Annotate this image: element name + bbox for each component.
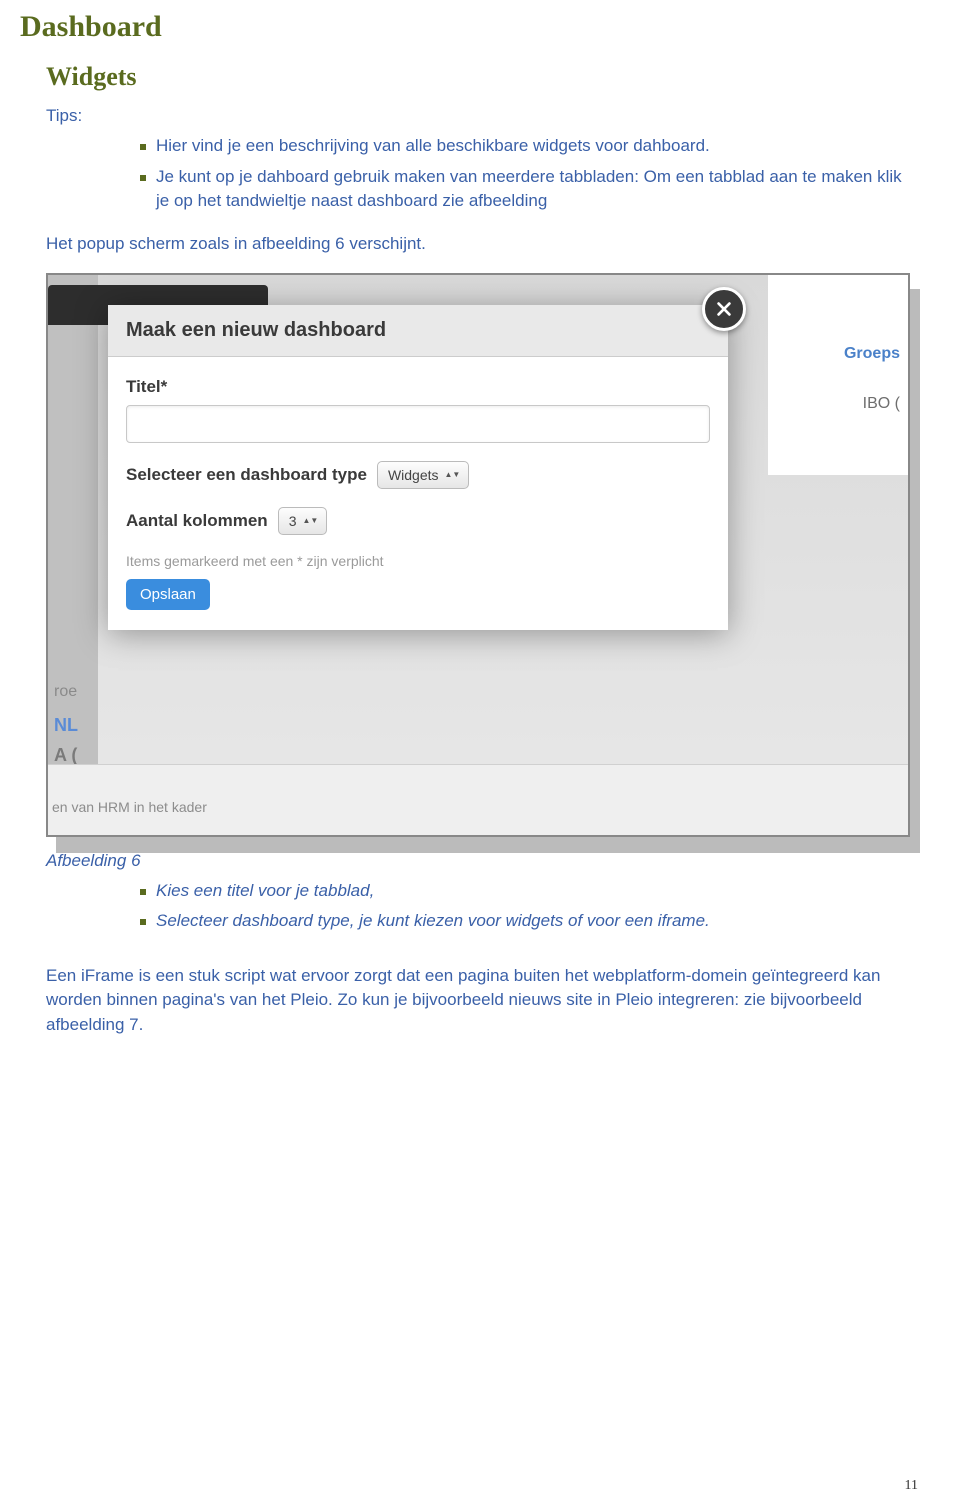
cols-select[interactable]: 3 ▲▼ [278,507,328,535]
page-number: 11 [905,1478,918,1494]
titel-label: Titel* [126,377,710,397]
chevron-updown-icon: ▲▼ [445,472,461,477]
type-select[interactable]: Widgets ▲▼ [377,461,469,489]
tips-label: Tips: [46,106,910,126]
modal-title: Maak een nieuw dashboard [108,305,728,357]
bg-bottom: en van HRM in het kader [48,764,908,835]
page-title: Dashboard [20,10,910,44]
list-item: Kies een titel voor je tabblad, [140,879,910,904]
list-item: Selecteer dashboard type, je kunt kiezen… [140,909,910,934]
bg-text: roe [54,683,77,701]
section-title: Widgets [46,62,910,92]
list-item: Hier vind je een beschrijving van alle b… [140,134,910,159]
bg-text: NL [54,715,78,736]
bullet-list-2: Kies een titel voor je tabblad, Selectee… [140,879,910,934]
bg-link: Groeps [844,345,900,363]
tips-list: Hier vind je een beschrijving van alle b… [140,134,910,214]
bg-text: en van HRM in het kader [52,799,207,815]
bg-text: A ( [54,745,77,766]
figure-screenshot: Deze widg Groeps IBO ( roe NL A ( en van… [46,273,910,837]
figure-caption: Afbeelding 6 [46,851,910,871]
type-select-value: Widgets [388,467,439,483]
modal-new-dashboard: Maak een nieuw dashboard Titel* Selectee… [108,305,728,630]
cols-select-value: 3 [289,513,297,529]
bg-right-panel: Deze widg Groeps IBO ( [768,275,908,475]
cols-label: Aantal kolommen [126,511,268,531]
required-hint: Items gemarkeerd met een * zijn verplich… [126,553,710,569]
chevron-updown-icon: ▲▼ [303,518,319,523]
close-icon[interactable] [702,287,746,331]
list-item: Je kunt op je dahboard gebruik maken van… [140,165,910,214]
type-label: Selecteer een dashboard type [126,465,367,485]
popup-text: Het popup scherm zoals in afbeelding 6 v… [46,232,910,257]
bg-text: IBO ( [863,395,900,413]
iframe-paragraph: Een iFrame is een stuk script wat ervoor… [46,964,910,1038]
titel-input[interactable] [126,405,710,443]
save-button[interactable]: Opslaan [126,579,210,610]
